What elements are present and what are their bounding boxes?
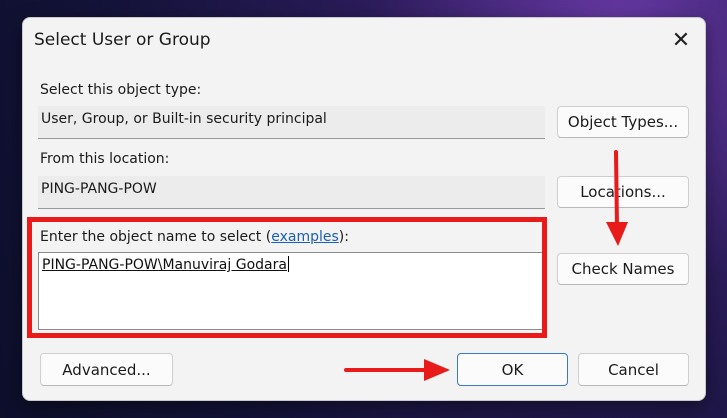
select-user-group-dialog: Select User or Group ✕ Select this objec… xyxy=(22,17,706,401)
ok-button[interactable]: OK xyxy=(457,353,568,386)
examples-link[interactable]: examples xyxy=(271,229,339,245)
object-type-label: Select this object type: xyxy=(40,82,202,98)
object-name-value: PING-PANG-POW\Manuviraj Godara xyxy=(42,257,287,273)
text-caret xyxy=(287,256,289,272)
object-type-field: User, Group, or Built-in security princi… xyxy=(38,106,545,139)
cancel-button[interactable]: Cancel xyxy=(578,353,689,386)
location-label: From this location: xyxy=(40,151,170,167)
advanced-button[interactable]: Advanced... xyxy=(40,353,173,386)
object-name-input[interactable]: PING-PANG-POW\Manuviraj Godara xyxy=(38,252,543,330)
close-icon: ✕ xyxy=(671,28,691,53)
locations-button[interactable]: Locations... xyxy=(557,176,689,208)
dialog-title: Select User or Group xyxy=(34,30,211,50)
object-types-button[interactable]: Object Types... xyxy=(557,106,689,138)
dialog-titlebar: Select User or Group ✕ xyxy=(23,18,705,66)
object-name-label: Enter the object name to select (example… xyxy=(40,229,349,245)
object-name-label-prefix: Enter the object name to select ( xyxy=(40,229,272,245)
location-field: PING-PANG-POW xyxy=(38,176,545,209)
object-name-label-suffix: ): xyxy=(338,229,349,245)
check-names-button[interactable]: Check Names xyxy=(557,253,689,285)
close-button[interactable]: ✕ xyxy=(665,26,697,56)
